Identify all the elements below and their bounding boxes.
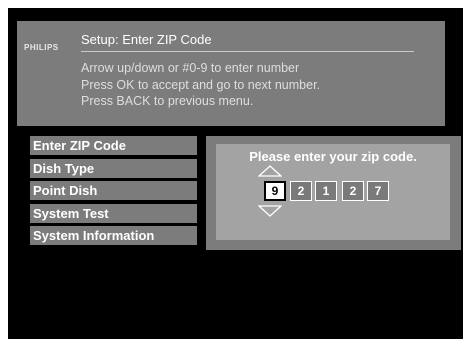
zip-digit-3[interactable]: 1 (315, 181, 337, 201)
title-divider (81, 51, 414, 52)
zip-entry-panel: Please enter your zip code. 9 2 1 2 7 (206, 136, 461, 250)
zip-entry-box: Please enter your zip code. 9 2 1 2 7 (216, 144, 450, 240)
triangle-up-icon[interactable] (258, 165, 282, 177)
instruction-line: Press OK to accept and go to next number… (81, 77, 321, 92)
instruction-line: Arrow up/down or #0-9 to enter number (81, 61, 300, 75)
menu-item-dish-type[interactable]: Dish Type (30, 158, 197, 178)
menu-item-point-dish[interactable]: Point Dish (30, 181, 197, 200)
instruction-line: Press BACK to previous menu. (81, 94, 254, 108)
setup-menu: Enter ZIP Code Dish Type Point Dish Syst… (30, 136, 197, 249)
menu-item-enter-zip-code[interactable]: Enter ZIP Code (30, 136, 197, 155)
menu-item-system-information[interactable]: System Information (30, 226, 197, 245)
zip-digit-4[interactable]: 2 (342, 181, 364, 201)
header-panel: PHILIPS Setup: Enter ZIP Code Arrow up/d… (17, 21, 445, 126)
menu-item-system-test[interactable]: System Test (30, 203, 197, 223)
brand-logo: PHILIPS (24, 43, 59, 52)
zip-digit-1[interactable]: 9 (264, 181, 286, 201)
zip-prompt: Please enter your zip code. (249, 149, 417, 164)
zip-digit-2[interactable]: 2 (290, 181, 312, 201)
page-title: Setup: Enter ZIP Code (81, 32, 212, 47)
zip-digit-5[interactable]: 7 (367, 181, 389, 201)
triangle-down-icon[interactable] (258, 205, 282, 217)
instructions: Arrow up/down or #0-9 to enter number Pr… (81, 60, 320, 110)
